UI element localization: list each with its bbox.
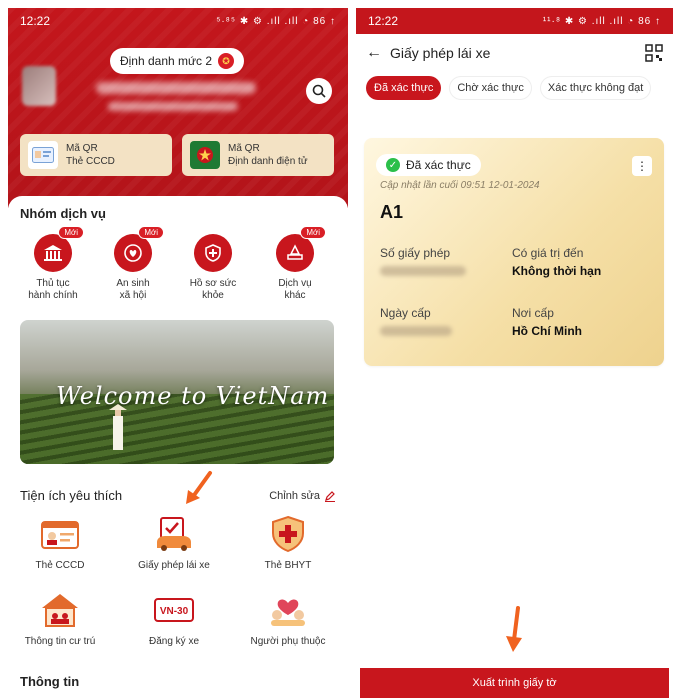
qr-card-digital-id[interactable]: Mã QR Định danh điện tử [182,134,334,176]
building-icon: Mới [34,226,84,272]
service-health-records[interactable]: Hồ sơ sức khỏe [178,234,248,302]
qr-card-title: Định danh điện tử [228,156,308,167]
shield-icon: ✪ [218,53,235,69]
back-arrow-icon[interactable]: ← [366,44,382,62]
status-bar: 12:22 ⁵·⁸⁵ ✱ ⚙ .ıll .ıll ◔ 86 ↑ [8,8,348,34]
edit-label: Chỉnh sửa [269,489,320,502]
pencil-icon [325,490,335,502]
service-label: Hồ sơ sức khỏe [189,278,237,301]
status-tabs: Đã xác thực Chờ xác thực Xác thực không … [356,72,673,104]
id-card-icon [28,141,58,169]
favorite-health-insurance[interactable]: Thẻ BHYT [238,514,338,571]
plate-text: VN-30 [160,606,189,617]
favorite-label: Giấy phép lái xe [138,560,210,571]
favorite-vehicle-registration[interactable]: VN-30 Đăng ký xe [124,590,224,647]
favorite-label: Thẻ BHYT [264,560,312,571]
service-administrative[interactable]: Mới Thủ tục hành chính [18,226,88,302]
qr-card-label: Mã QR [228,143,260,154]
banner-text: Welcome to VietNam [56,382,330,410]
tab-failed[interactable]: Xác thực không đạt [539,76,652,100]
more-options-button[interactable]: ⋮ [632,156,652,176]
dependents-icon [266,590,310,630]
health-shield-icon [194,234,232,272]
status-badge: ✓ Đã xác thực [376,154,481,176]
driver-license-icon [152,514,196,554]
social-security-icon: Mới [114,226,164,272]
blurred-user-name [96,82,256,94]
search-icon [312,84,326,98]
info-title: Thông tin [20,674,80,689]
last-updated: Cập nhật lần cuối 09:51 12-01-2024 [380,180,540,191]
new-badge: Mới [58,226,84,239]
services-title: Nhóm dịch vụ [20,206,106,221]
favorite-id-card[interactable]: Thẻ CCCD [10,514,110,571]
id-card-icon [38,514,82,554]
qr-card-cccd[interactable]: Mã QR Thẻ CCCD [20,134,172,176]
favorite-dependents[interactable]: Người phụ thuộc [238,590,338,647]
page-header: ← Giấy phép lái xe [356,34,673,72]
qr-scan-icon[interactable] [645,44,663,62]
new-badge: Mới [300,226,326,239]
service-social-security[interactable]: Mới An sinh xã hội [98,226,168,302]
edit-favorites-button[interactable]: Chỉnh sửa [269,490,336,502]
status-time: 12:22 [20,14,51,28]
issue-place-label: Nơi cấp [512,306,554,320]
id-level-pill[interactable]: Định danh mức 2 ✪ [110,48,244,74]
kebab-icon: ⋮ [636,159,648,173]
other-services-icon: Mới [276,226,326,272]
favorites-title: Tiện ích yêu thích [20,488,123,503]
check-icon: ✓ [386,158,400,172]
license-class: A1 [380,202,404,222]
residence-icon [38,590,82,630]
new-badge: Mới [138,226,164,239]
favorite-label: Thông tin cư trú [24,636,96,647]
favorite-residence-info[interactable]: Thông tin cư trú [10,590,110,647]
tab-verified[interactable]: Đã xác thực [366,76,442,100]
left-phone-screen: 12:22 ⁵·⁸⁵ ✱ ⚙ .ıll .ıll ◔ 86 ↑ Định dan… [8,8,348,698]
valid-until-value: Không thời hạn [512,264,602,278]
qr-card-title: Thẻ CCCD [66,156,115,167]
avatar[interactable] [22,66,56,106]
person-with-hat-icon [109,404,127,450]
present-document-button[interactable]: Xuất trình giấy tờ [360,668,669,698]
favorite-label: Thẻ CCCD [35,560,85,571]
favorite-label: Người phụ thuộc [250,636,326,647]
arrow-annotation-icon [186,471,212,504]
right-phone-screen: 12:22 ¹¹·⁸ ✱ ⚙ .ıll .ıll ◔ 86 ↑ ← Giấy p… [356,8,673,698]
blurred-issue-date [380,326,452,336]
issue-date-label: Ngày cấp [380,306,431,320]
emblem-icon [190,141,220,169]
license-card[interactable]: ✓ Đã xác thực ⋮ Cập nhật lần cuối 09:51 … [364,138,664,366]
service-label: An sinh xã hội [116,278,150,301]
status-icons: ⁵·⁸⁵ ✱ ⚙ .ıll .ıll ◔ 86 ↑ [216,15,336,27]
status-bar: 12:22 ¹¹·⁸ ✱ ⚙ .ıll .ıll ◔ 86 ↑ [356,8,673,34]
qr-card-label: Mã QR [66,143,98,154]
valid-until-label: Có giá trị đến [512,246,584,260]
id-level-label: Định danh mức 2 [119,54,213,68]
status-icons: ¹¹·⁸ ✱ ⚙ .ıll .ıll ◔ 86 ↑ [542,15,661,27]
page-title: Giấy phép lái xe [390,45,491,61]
blurred-user-id [108,102,238,111]
arrow-annotation-icon [506,606,522,652]
favorites-header: Tiện ích yêu thích Chỉnh sửa [20,488,336,503]
welcome-banner[interactable]: Welcome to VietNam [20,320,334,464]
issue-place-value: Hồ Chí Minh [512,324,582,338]
vehicle-plate-icon: VN-30 [152,590,196,630]
service-other[interactable]: Mới Dịch vụ khác [260,226,330,302]
status-badge-label: Đã xác thực [406,158,471,172]
favorite-label: Đăng ký xe [148,636,200,647]
tab-pending[interactable]: Chờ xác thực [449,76,532,100]
status-time: 12:22 [368,14,399,28]
search-button[interactable] [306,78,332,104]
health-insurance-icon [266,514,310,554]
license-number-label: Số giấy phép [380,246,451,260]
service-label: Dịch vụ khác [278,278,312,301]
favorite-driver-license[interactable]: Giấy phép lái xe [124,514,224,571]
service-label: Thủ tục hành chính [28,278,78,301]
blurred-license-number [380,266,466,276]
